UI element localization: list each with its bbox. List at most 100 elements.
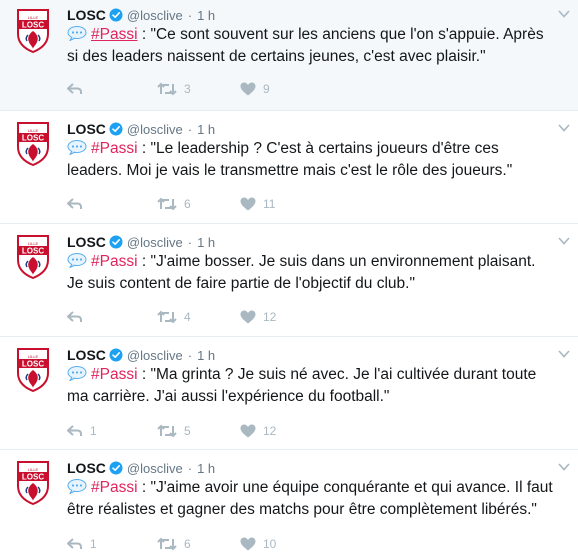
reply-icon [67, 537, 83, 551]
tweet-text: #Passi : "J'aime avoir une équipe conqué… [67, 477, 572, 521]
separator-dot: · [187, 121, 193, 137]
like-button[interactable]: 11 [240, 197, 320, 211]
timestamp[interactable]: 1 h [197, 122, 215, 137]
tweet-item[interactable]: LILLE LOSC LOSC @losclive · 1 h #Passi : … [0, 111, 578, 224]
chevron-down-icon[interactable] [558, 120, 570, 132]
author-handle[interactable]: @losclive [127, 461, 183, 476]
timestamp[interactable]: 1 h [197, 348, 215, 363]
tweet-feed: LILLE LOSC LOSC @losclive · 1 h #Passi : … [0, 0, 578, 557]
losc-crest-icon[interactable]: LILLE LOSC [16, 8, 50, 54]
like-count: 11 [263, 197, 276, 211]
tweet-item[interactable]: LILLE LOSC LOSC @losclive · 1 h #Passi : … [0, 0, 578, 111]
separator-dot: · [187, 7, 193, 23]
svg-text:LILLE: LILLE [28, 467, 39, 472]
svg-text:LILLE: LILLE [28, 241, 39, 246]
svg-text:LOSC: LOSC [22, 21, 44, 30]
author-name[interactable]: LOSC [67, 347, 106, 363]
chevron-down-icon[interactable] [558, 233, 570, 245]
hashtag-link[interactable]: #Passi [91, 253, 138, 270]
verified-badge-icon [109, 348, 123, 362]
retweet-count: 6 [184, 537, 191, 551]
retweet-button[interactable]: 4 [157, 310, 240, 324]
tweet-text-line-2: ma carrière. J'ai aussi l'expérience du … [67, 388, 390, 405]
timestamp[interactable]: 1 h [197, 461, 215, 476]
retweet-button[interactable]: 6 [157, 197, 240, 211]
tweet-header: LOSC @losclive · 1 h [67, 459, 215, 477]
hashtag-link[interactable]: #Passi [91, 366, 138, 383]
retweet-count: 6 [184, 197, 191, 211]
reply-button[interactable]: 1 [67, 537, 157, 551]
timestamp[interactable]: 1 h [197, 235, 215, 250]
tweet-text: #Passi : "J'aime bosser. Je suis dans un… [67, 251, 572, 295]
retweet-button[interactable]: 6 [157, 537, 240, 551]
svg-text:LOSC: LOSC [22, 473, 44, 482]
retweet-count: 3 [184, 82, 191, 96]
tweet-actions: 1 6 10 [67, 535, 320, 553]
verified-badge-icon [109, 122, 123, 136]
losc-crest-icon[interactable]: LILLE LOSC [16, 347, 50, 393]
verified-badge-icon [109, 235, 123, 249]
author-name[interactable]: LOSC [67, 234, 106, 250]
tweet-text-content: : "J'aime bosser. Je suis dans un enviro… [137, 253, 536, 270]
tweet-header: LOSC @losclive · 1 h [67, 6, 215, 24]
tweet-item[interactable]: LILLE LOSC LOSC @losclive · 1 h #Passi : … [0, 450, 578, 557]
chevron-down-icon[interactable] [558, 459, 570, 471]
speech-balloon-icon [67, 253, 87, 269]
reply-count: 1 [90, 424, 97, 438]
retweet-count: 4 [184, 310, 191, 324]
author-name[interactable]: LOSC [67, 7, 106, 23]
retweet-count: 5 [184, 424, 191, 438]
tweet-item[interactable]: LILLE LOSC LOSC @losclive · 1 h #Passi : … [0, 337, 578, 450]
reply-button[interactable] [67, 197, 157, 211]
losc-crest-icon[interactable]: LILLE LOSC [16, 460, 50, 506]
speech-balloon-icon [67, 26, 87, 42]
retweet-icon [157, 197, 177, 211]
author-handle[interactable]: @losclive [127, 235, 183, 250]
losc-crest-icon[interactable]: LILLE LOSC [16, 234, 50, 280]
author-handle[interactable]: @losclive [127, 348, 183, 363]
tweet-text-content: : "Le leadership ? C'est à certains joue… [137, 140, 499, 157]
tweet-text-line-2: leaders. Moi je vais le transmettre mais… [67, 162, 513, 179]
reply-button[interactable] [67, 310, 157, 324]
like-count: 12 [263, 310, 277, 324]
separator-dot: · [187, 460, 193, 476]
like-count: 12 [263, 424, 277, 438]
reply-count: 1 [90, 537, 97, 551]
losc-crest-icon[interactable]: LILLE LOSC [16, 121, 50, 167]
retweet-button[interactable]: 3 [157, 82, 240, 96]
separator-dot: · [187, 347, 193, 363]
chevron-down-icon[interactable] [558, 6, 570, 18]
reply-button[interactable]: 1 [67, 424, 157, 438]
author-name[interactable]: LOSC [67, 460, 106, 476]
timestamp[interactable]: 1 h [197, 8, 215, 23]
hashtag-link[interactable]: #Passi [91, 479, 138, 496]
author-name[interactable]: LOSC [67, 121, 106, 137]
tweet-text: #Passi : "Ce sont souvent sur les ancien… [67, 24, 572, 68]
author-handle[interactable]: @losclive [127, 122, 183, 137]
reply-icon [67, 424, 83, 438]
svg-text:LILLE: LILLE [28, 128, 39, 133]
tweet-item[interactable]: LILLE LOSC LOSC @losclive · 1 h #Passi : … [0, 224, 578, 337]
reply-icon [67, 310, 83, 324]
heart-icon [240, 537, 256, 551]
tweet-text-content: : "Ce sont souvent sur les anciens que l… [137, 26, 544, 43]
like-count: 10 [263, 537, 277, 551]
reply-button[interactable] [67, 82, 157, 96]
svg-text:LOSC: LOSC [22, 134, 44, 143]
retweet-icon [157, 537, 177, 551]
svg-text:LILLE: LILLE [28, 15, 39, 20]
tweet-actions: 4 12 [67, 308, 320, 326]
author-handle[interactable]: @losclive [127, 8, 183, 23]
tweet-actions: 1 5 12 [67, 422, 320, 440]
retweet-button[interactable]: 5 [157, 424, 240, 438]
like-button[interactable]: 10 [240, 537, 320, 551]
tweet-header: LOSC @losclive · 1 h [67, 346, 215, 364]
like-button[interactable]: 9 [240, 82, 320, 96]
hashtag-link[interactable]: #Passi [91, 26, 138, 43]
like-button[interactable]: 12 [240, 424, 320, 438]
chevron-down-icon[interactable] [558, 346, 570, 358]
tweet-text-line-2: être réalistes et gagner des matchs pour… [67, 501, 537, 518]
like-button[interactable]: 12 [240, 310, 320, 324]
hashtag-link[interactable]: #Passi [91, 140, 138, 157]
svg-text:LOSC: LOSC [22, 360, 44, 369]
